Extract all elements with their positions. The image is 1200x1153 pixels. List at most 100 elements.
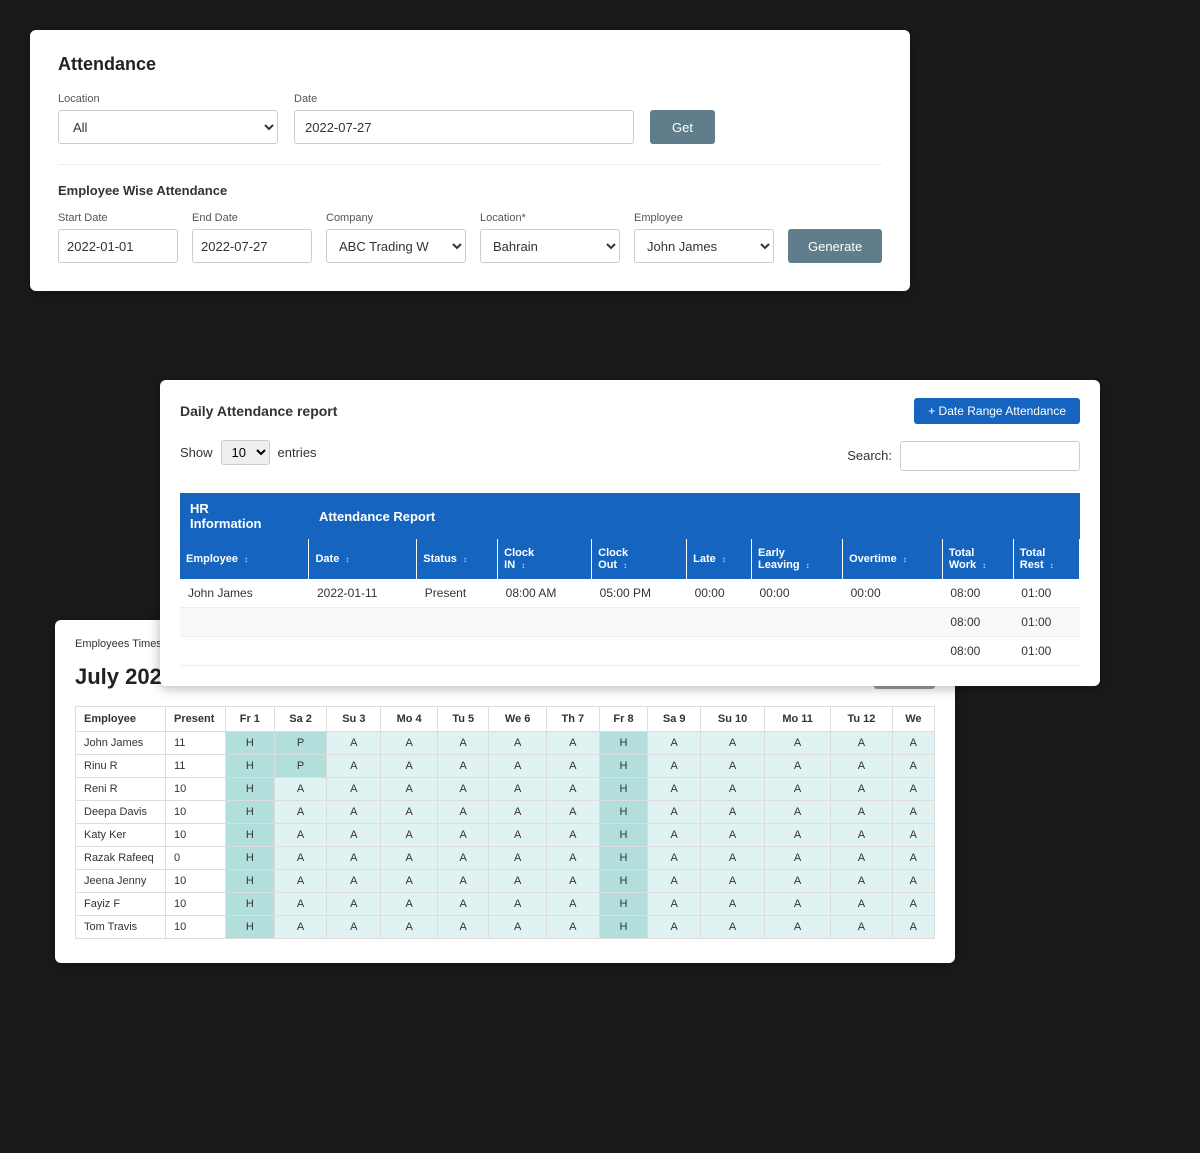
day-cell: A [438,870,489,893]
th-total-rest: TotalRest ↕ [1013,539,1079,579]
day-cell: A [381,916,438,939]
day-cell: A [831,732,893,755]
location-select[interactable]: All [58,110,278,144]
day-cell: A [701,824,765,847]
sort-totalrest-icon: ↕ [1050,561,1054,570]
day-cell: H [599,801,648,824]
day-cell: A [327,778,381,801]
day-cell: A [831,824,893,847]
attendance-card: Attendance Location All Date Get Employe… [30,30,910,291]
sort-status-icon: ↕ [463,555,467,564]
sort-earlyleaving-icon: ↕ [806,561,810,570]
sort-clockout-icon: ↕ [623,561,627,570]
day-cell: A [327,916,381,939]
day-cell: A [381,824,438,847]
timesheet-col-header: We 6 [489,707,547,732]
timesheet-col-header: Fr 8 [599,707,648,732]
day-cell: H [599,870,648,893]
timesheet-row: Rinu R11HPAAAAAHAAAAA [76,755,935,778]
day-cell: A [765,824,831,847]
table-row: 08:0001:00 [180,608,1080,637]
day-cell: A [438,893,489,916]
day-cell: A [892,801,934,824]
day-cell: A [892,916,934,939]
timesheet-header-row: EmployeePresentFr 1Sa 2Su 3Mo 4Tu 5We 6T… [76,707,935,732]
th-employee: Employee ↕ [180,539,309,579]
day-cell: A [274,916,327,939]
employee-group: Employee John James [634,212,774,263]
day-cell: A [648,916,701,939]
day-cell: A [765,847,831,870]
day-cell: A [765,732,831,755]
daily-header: Daily Attendance report + Date Range Att… [180,398,1080,424]
day-cell: H [226,801,275,824]
present-count-cell: 11 [166,755,226,778]
th-late: Late ↕ [687,539,752,579]
sort-late-icon: ↕ [722,555,726,564]
location-group: Location All [58,93,278,144]
day-cell: A [381,755,438,778]
employee-name-cell: John James [76,732,166,755]
entries-label: entries [278,445,317,460]
timesheet-col-header: Sa 2 [274,707,327,732]
day-cell: A [489,847,547,870]
generate-button[interactable]: Generate [788,229,882,263]
present-count-cell: 10 [166,870,226,893]
day-cell: A [701,916,765,939]
day-cell: A [438,824,489,847]
search-row: Search: [847,441,1080,471]
employee-name-cell: Deepa Davis [76,801,166,824]
day-cell: A [701,755,765,778]
employee-select[interactable]: John James [634,229,774,263]
timesheet-col-header: Tu 5 [438,707,489,732]
day-cell: A [438,801,489,824]
day-cell: A [831,847,893,870]
day-cell: A [438,916,489,939]
day-cell: A [765,916,831,939]
day-cell: A [546,778,599,801]
day-cell: A [489,801,547,824]
end-date-input[interactable] [192,229,312,263]
location2-select[interactable]: Bahrain [480,229,620,263]
day-cell: H [226,893,275,916]
divider [58,164,882,165]
timesheet-col-header: We [892,707,934,732]
present-count-cell: 11 [166,732,226,755]
day-cell: H [599,847,648,870]
start-date-input[interactable] [58,229,178,263]
filter-row-1: Location All Date Get [58,93,882,144]
search-input[interactable] [900,441,1080,471]
timesheet-row: Razak Rafeeq0HAAAAAAHAAAAA [76,847,935,870]
timesheet-row: Deepa Davis10HAAAAAAHAAAAA [76,801,935,824]
day-cell: A [701,801,765,824]
get-button[interactable]: Get [650,110,715,144]
day-cell: A [489,893,547,916]
day-cell: H [226,870,275,893]
day-cell: A [546,801,599,824]
show-label: Show [180,445,213,460]
daily-title: Daily Attendance report [180,403,337,419]
timesheet-col-header: Mo 4 [381,707,438,732]
day-cell: A [274,870,327,893]
timesheet-col-header: Mo 11 [765,707,831,732]
date-input[interactable] [294,110,634,144]
hr-info-header: HRInformation [180,493,309,539]
day-cell: A [327,893,381,916]
day-cell: A [381,801,438,824]
employee-name-cell: Rinu R [76,755,166,778]
date-range-button[interactable]: + Date Range Attendance [914,398,1080,424]
day-cell: A [381,870,438,893]
company-select[interactable]: ABC Trading W [326,229,466,263]
timesheet-col-header: Su 3 [327,707,381,732]
day-cell: A [381,847,438,870]
table-col-header-row: Employee ↕ Date ↕ Status ↕ ClockIN ↕ Clo… [180,539,1080,579]
day-cell: A [546,870,599,893]
day-cell: H [599,916,648,939]
day-cell: A [274,847,327,870]
day-cell: A [648,847,701,870]
day-cell: A [546,893,599,916]
sort-employee-icon: ↕ [244,555,248,564]
employee-name-cell: Fayiz F [76,893,166,916]
employee-name-cell: Razak Rafeeq [76,847,166,870]
entries-select[interactable]: 10 [221,440,270,465]
